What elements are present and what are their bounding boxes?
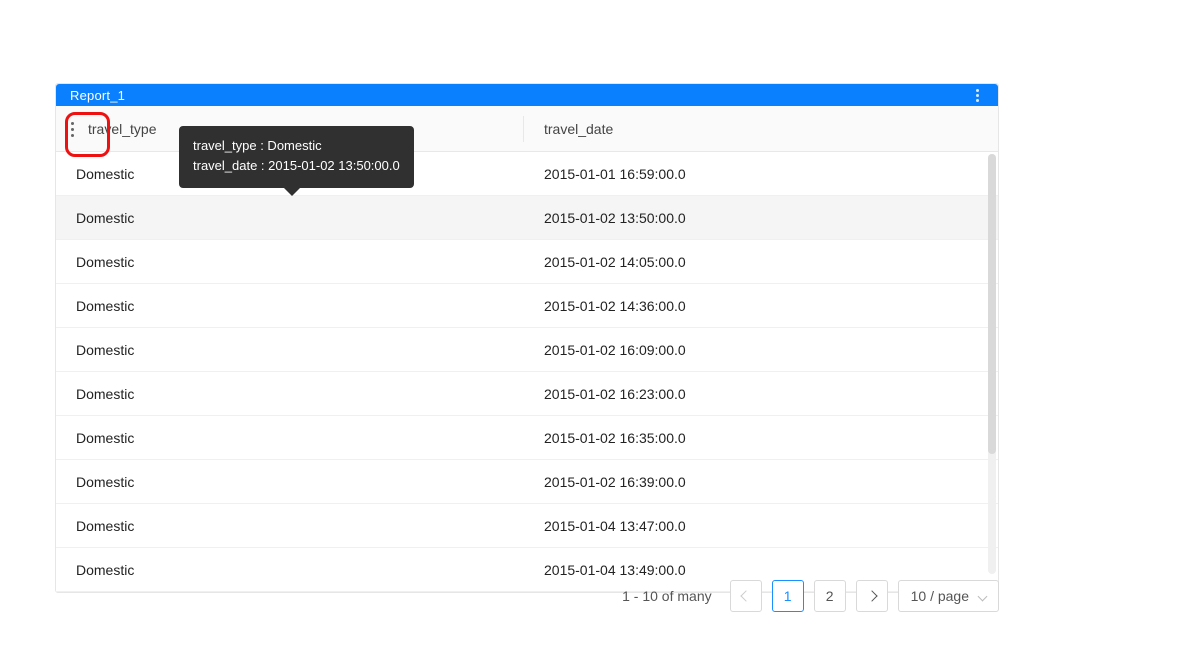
report-title: Report_1: [70, 88, 125, 103]
cell-travel-type: Domestic: [56, 474, 524, 490]
cell-travel-date: 2015-01-04 13:47:00.0: [524, 518, 998, 534]
table-row[interactable]: Domestic2015-01-02 13:50:00.0: [56, 196, 998, 240]
report-header: Report_1: [56, 84, 998, 106]
cell-travel-date: 2015-01-04 13:49:00.0: [524, 562, 998, 578]
cell-travel-date: 2015-01-02 16:23:00.0: [524, 386, 998, 402]
vertical-scrollbar[interactable]: [988, 154, 996, 574]
table-row[interactable]: Domestic2015-01-04 13:47:00.0: [56, 504, 998, 548]
pagination-prev-button[interactable]: [730, 580, 762, 612]
cell-travel-date: 2015-01-01 16:59:00.0: [524, 166, 998, 182]
table-row[interactable]: Domestic2015-01-02 16:09:00.0: [56, 328, 998, 372]
pagination-page-2[interactable]: 2: [814, 580, 846, 612]
cell-travel-type: Domestic: [56, 562, 524, 578]
chevron-right-icon: [866, 590, 877, 601]
table-row[interactable]: Domestic2015-01-02 14:05:00.0: [56, 240, 998, 284]
column-header-label: travel_date: [544, 121, 613, 137]
pagination-page-size-select[interactable]: 10 / page: [898, 580, 999, 612]
scrollbar-thumb[interactable]: [988, 154, 996, 454]
cell-travel-type: Domestic: [56, 254, 524, 270]
cell-travel-date: 2015-01-02 16:39:00.0: [524, 474, 998, 490]
page-size-label: 10 / page: [911, 588, 969, 604]
table-row[interactable]: Domestic2015-01-02 16:39:00.0: [56, 460, 998, 504]
table-row[interactable]: Domestic2015-01-02 16:35:00.0: [56, 416, 998, 460]
pagination-page-1[interactable]: 1: [772, 580, 804, 612]
cell-travel-type: Domestic: [56, 386, 524, 402]
cell-travel-type: Domestic: [56, 210, 524, 226]
chevron-left-icon: [740, 590, 751, 601]
table-row[interactable]: Domestic2015-01-02 16:23:00.0: [56, 372, 998, 416]
cell-travel-type: Domestic: [56, 342, 524, 358]
column-menu-button[interactable]: [69, 117, 75, 141]
row-tooltip: travel_type : Domestic travel_date : 201…: [179, 126, 414, 188]
cell-travel-type: Domestic: [56, 298, 524, 314]
pagination: 1 - 10 of many 1 2 10 / page: [55, 580, 999, 612]
chevron-down-icon: [978, 591, 988, 601]
report-menu-icon[interactable]: [970, 89, 984, 102]
table-body: Domestic2015-01-01 16:59:00.0Domestic201…: [56, 152, 998, 592]
cell-travel-type: Domestic: [56, 518, 524, 534]
pagination-next-button[interactable]: [856, 580, 888, 612]
cell-travel-date: 2015-01-02 16:35:00.0: [524, 430, 998, 446]
cell-travel-date: 2015-01-02 16:09:00.0: [524, 342, 998, 358]
cell-travel-type: Domestic: [56, 430, 524, 446]
cell-travel-date: 2015-01-02 14:36:00.0: [524, 298, 998, 314]
column-header-label: travel_type: [88, 121, 156, 137]
table-row[interactable]: Domestic2015-01-02 14:36:00.0: [56, 284, 998, 328]
pagination-range: 1 - 10 of many: [622, 588, 712, 604]
column-header-travel-date[interactable]: travel_date: [524, 121, 998, 137]
cell-travel-date: 2015-01-02 14:05:00.0: [524, 254, 998, 270]
cell-travel-date: 2015-01-02 13:50:00.0: [524, 210, 998, 226]
tooltip-line-1: travel_type : Domestic: [193, 136, 400, 156]
tooltip-line-2: travel_date : 2015-01-02 13:50:00.0: [193, 156, 400, 176]
